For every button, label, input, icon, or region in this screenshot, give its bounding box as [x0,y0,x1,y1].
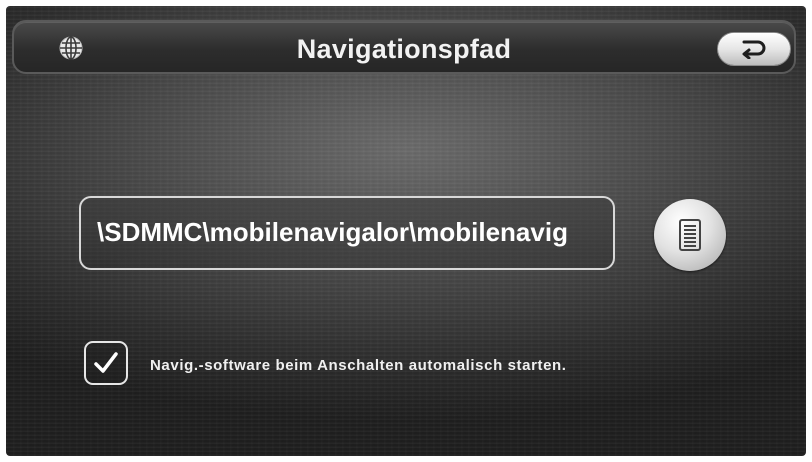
list-icon [679,219,701,251]
navigation-path-field[interactable]: \SDMMC\mobilenavigalor\mobilenavig [79,196,615,270]
autostart-checkbox[interactable] [84,341,128,385]
autostart-label: Navig.-software beim Anschalten automali… [150,357,567,374]
return-arrow-icon [742,40,766,59]
browse-path-button[interactable] [654,199,726,271]
checkmark-icon [94,352,118,373]
title-bar: Navigationspfad [12,20,796,74]
navigation-path-value: \SDMMC\mobilenavigalor\mobilenavig [97,217,568,247]
page-title: Navigationspfad [296,34,512,64]
navigation-path-screen: Navigationspfad \SDMMC\mobilenavigalor\m… [6,6,806,456]
back-button[interactable] [718,33,790,65]
